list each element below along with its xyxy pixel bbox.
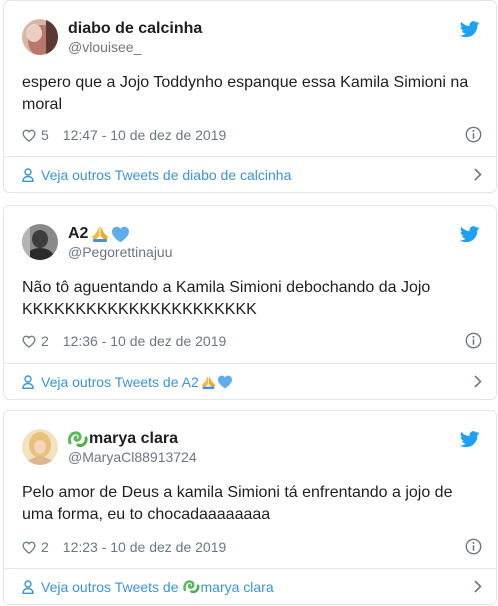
blue-heart-emoji: [217, 375, 232, 389]
info-icon[interactable]: [465, 332, 482, 349]
chevron-right-icon: [474, 168, 482, 181]
tweet-meta: 5 12:47 - 10 de dez de 2019: [22, 125, 482, 145]
tweet-text-line: Pelo amor de Deus a kamila Simioni tá en…: [22, 484, 453, 501]
tweet-text-line: moral: [22, 96, 63, 113]
twitter-bird-icon[interactable]: [460, 21, 480, 38]
tweet-header: A2 @Pegorettinajuu: [22, 224, 482, 264]
avatar[interactable]: [22, 19, 58, 55]
tweet-text-line: uma forma, eu to chocadaaaaaaaa: [22, 506, 271, 523]
blue-heart-emoji: [112, 226, 130, 242]
display-name[interactable]: diabo de calcinha: [68, 20, 202, 38]
avatar[interactable]: [22, 224, 58, 260]
like-count[interactable]: 5: [41, 127, 49, 143]
more-tweets-link[interactable]: Veja outros Tweets de marya clara: [22, 576, 482, 598]
tweet-text: Pelo amor de Deus a kamila Simioni tá en…: [22, 482, 482, 526]
green-clover-emoji: [68, 430, 88, 447]
tweet-card: diabo de calcinha @vlouisee_ espero que …: [3, 0, 497, 193]
tweet-text: Não tô aguentando a Kamila Simioni deboc…: [22, 277, 482, 321]
divider: [4, 156, 496, 157]
info-icon[interactable]: [465, 538, 482, 555]
more-tweets-link[interactable]: Veja outros Tweets de A2: [22, 371, 482, 393]
divider: [4, 363, 496, 364]
person-icon: [22, 580, 34, 594]
twitter-bird-icon[interactable]: [460, 431, 480, 448]
more-tweets-link[interactable]: Veja outros Tweets de diabo de calcinha: [22, 164, 482, 186]
tweet-text-line: Não tô aguentando a Kamila Simioni deboc…: [22, 279, 431, 296]
person-icon: [22, 168, 34, 182]
tweet-header: diabo de calcinha @vlouisee_: [22, 19, 482, 59]
tweet-text: espero que a Jojo Toddynho espanque essa…: [22, 72, 482, 116]
like-count[interactable]: 2: [41, 333, 49, 349]
tweet-text-line: espero que a Jojo Toddynho espanque essa…: [22, 74, 469, 91]
tweet-card: marya clara @MaryaCl88913724 Pelo amor d…: [3, 410, 497, 605]
tweet-card: A2 @Pegorettinajuu Não tô aguentando a K…: [3, 205, 497, 400]
display-name-text: diabo de calcinha: [68, 20, 203, 37]
praying-hands-emoji: [92, 226, 109, 242]
display-name[interactable]: marya clara: [68, 430, 178, 448]
chevron-right-icon: [474, 375, 482, 388]
more-tweets-label: Veja outros Tweets de: [41, 579, 179, 595]
tweet-meta: 2 12:36 - 10 de dez de 2019: [22, 331, 482, 351]
like-count[interactable]: 2: [41, 539, 49, 555]
heart-icon[interactable]: [22, 541, 36, 554]
tweet-timestamp[interactable]: 12:23 - 10 de dez de 2019: [63, 539, 226, 555]
divider: [4, 568, 496, 569]
tweet-timestamp[interactable]: 12:47 - 10 de dez de 2019: [63, 127, 226, 143]
avatar[interactable]: [22, 429, 58, 465]
more-tweets-label: Veja outros Tweets de diabo de calcinha: [41, 167, 292, 183]
more-tweets-label: Veja outros Tweets de A2: [41, 374, 199, 390]
user-handle[interactable]: @MaryaCl88913724: [68, 449, 197, 465]
tweet-text-line: KKKKKKKKKKKKKKKKKKKKKK: [22, 301, 257, 318]
heart-icon[interactable]: [22, 335, 36, 348]
tweet-header: marya clara @MaryaCl88913724: [22, 429, 482, 469]
chevron-right-icon: [474, 580, 482, 593]
person-icon: [22, 375, 34, 389]
user-handle[interactable]: @vlouisee_: [68, 39, 141, 55]
more-tweets-name: marya clara: [200, 579, 274, 595]
display-name-text: A2: [68, 225, 89, 242]
tweet-meta: 2 12:23 - 10 de dez de 2019: [22, 537, 482, 557]
tweet-timestamp[interactable]: 12:36 - 10 de dez de 2019: [63, 333, 226, 349]
display-name[interactable]: A2: [68, 225, 130, 243]
praying-hands-emoji: [201, 375, 215, 389]
display-name-text: marya clara: [89, 430, 178, 447]
heart-icon[interactable]: [22, 129, 36, 142]
twitter-bird-icon[interactable]: [460, 226, 480, 243]
user-handle[interactable]: @Pegorettinajuu: [68, 244, 173, 260]
info-icon[interactable]: [465, 126, 482, 143]
green-clover-emoji: [182, 580, 199, 594]
